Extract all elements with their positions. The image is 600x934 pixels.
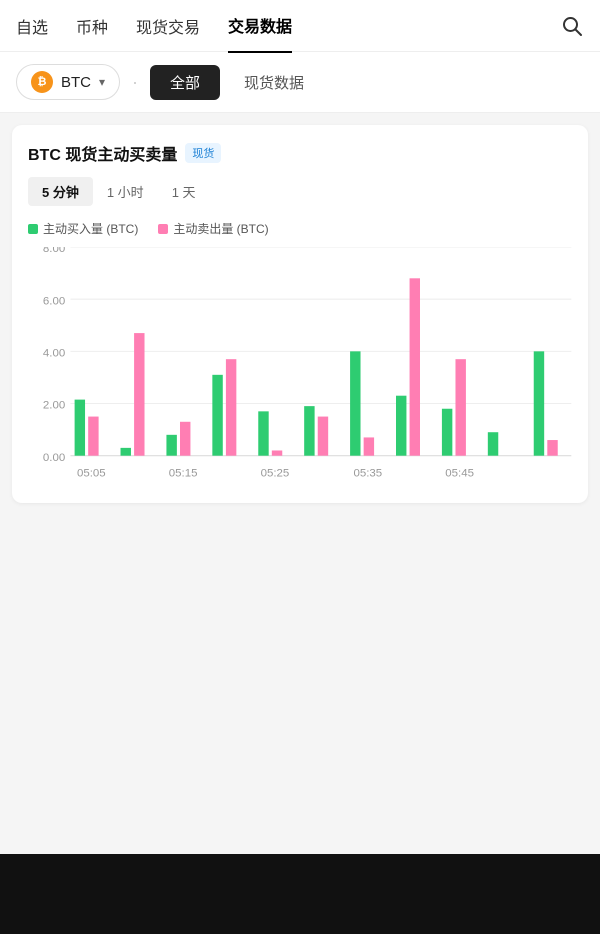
- chart-legend: 主动买入量 (BTC) 主动卖出量 (BTC): [28, 220, 572, 237]
- bar-sell-0: [88, 417, 98, 456]
- chart-card: BTC 现货主动买卖量 现货 5 分钟 1 小时 1 天 主动买入量 (BTC)…: [12, 125, 588, 503]
- time-tab-5min[interactable]: 5 分钟: [28, 177, 93, 206]
- bar-buy-5: [304, 406, 314, 456]
- buy-color-dot: [28, 224, 38, 234]
- time-tab-1h[interactable]: 1 小时: [93, 177, 158, 206]
- svg-text:05:45: 05:45: [445, 468, 474, 480]
- bar-chart: 8.00 6.00 4.00 2.00 0.00: [28, 247, 572, 487]
- sell-color-dot: [158, 224, 168, 234]
- time-tabs: 5 分钟 1 小时 1 天: [28, 177, 572, 206]
- filter-tab-group: 全部 现货数据: [150, 65, 324, 100]
- buy-label: 主动买入量 (BTC): [43, 220, 138, 237]
- nav-item-jiaoyishuju[interactable]: 交易数据: [228, 0, 292, 53]
- svg-text:6.00: 6.00: [43, 295, 65, 307]
- coin-selector[interactable]: ₿ BTC ▾: [16, 64, 120, 100]
- search-button[interactable]: [560, 14, 584, 38]
- nav-items: 自选 币种 现货交易 交易数据: [16, 0, 560, 53]
- chevron-down-icon: ▾: [99, 75, 105, 89]
- legend-sell: 主动卖出量 (BTC): [158, 220, 268, 237]
- svg-text:8.00: 8.00: [43, 247, 65, 255]
- bar-sell-3: [226, 359, 236, 456]
- bar-sell-4: [272, 450, 282, 455]
- spot-badge: 现货: [185, 143, 221, 163]
- bar-sell-6: [364, 437, 374, 455]
- search-icon: [561, 15, 583, 37]
- time-tab-1d[interactable]: 1 天: [158, 177, 210, 206]
- tab-spot-data[interactable]: 现货数据: [224, 65, 324, 100]
- bar-buy-2: [166, 435, 176, 456]
- nav-item-bizhong[interactable]: 币种: [76, 0, 108, 52]
- nav-item-zixuan[interactable]: 自选: [16, 0, 48, 52]
- tab-all[interactable]: 全部: [150, 65, 220, 100]
- bar-sell-5: [318, 417, 328, 456]
- bar-buy-0: [75, 400, 85, 456]
- bar-buy-1: [121, 448, 131, 456]
- svg-text:05:05: 05:05: [77, 468, 106, 480]
- bar-sell-2: [180, 422, 190, 456]
- bar-sell-7: [410, 278, 420, 455]
- svg-text:05:35: 05:35: [353, 468, 382, 480]
- bar-sell-8: [455, 359, 465, 456]
- svg-text:4.00: 4.00: [43, 348, 65, 360]
- chart-title-row: BTC 现货主动买卖量 现货: [28, 141, 572, 165]
- chart-area: 8.00 6.00 4.00 2.00 0.00: [28, 247, 572, 487]
- coin-label: BTC: [61, 74, 91, 91]
- bar-buy-9: [488, 432, 498, 455]
- bar-buy-7: [396, 396, 406, 456]
- bottom-bar: [0, 854, 600, 934]
- nav-item-xianhuo[interactable]: 现货交易: [136, 0, 200, 52]
- svg-text:2.00: 2.00: [43, 400, 65, 412]
- svg-text:05:25: 05:25: [261, 468, 290, 480]
- btc-icon: ₿: [31, 71, 53, 93]
- bar-sell-10: [547, 440, 557, 456]
- bar-buy-3: [212, 375, 222, 456]
- sell-label: 主动卖出量 (BTC): [173, 220, 268, 237]
- bar-buy-4: [258, 411, 268, 455]
- chart-title: BTC 现货主动买卖量: [28, 141, 177, 165]
- bar-buy-6: [350, 351, 360, 455]
- divider: ·: [132, 72, 138, 93]
- svg-text:05:15: 05:15: [169, 468, 198, 480]
- filter-row: ₿ BTC ▾ · 全部 现货数据: [0, 52, 600, 113]
- legend-buy: 主动买入量 (BTC): [28, 220, 138, 237]
- bar-sell-1: [134, 333, 144, 456]
- bar-buy-8: [442, 409, 452, 456]
- top-nav: 自选 币种 现货交易 交易数据: [0, 0, 600, 52]
- svg-text:0.00: 0.00: [43, 452, 65, 464]
- bar-buy-10: [534, 351, 544, 455]
